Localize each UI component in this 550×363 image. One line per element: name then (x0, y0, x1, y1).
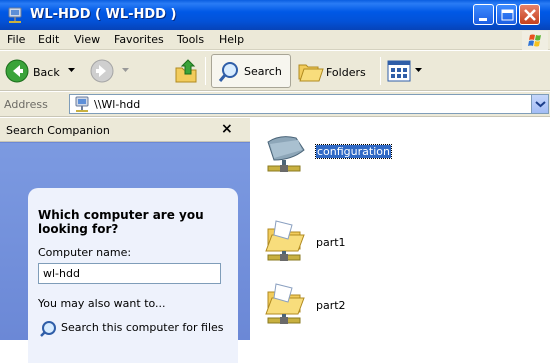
title-bar[interactable]: WL-HDD ( WL-HDD ) (0, 0, 550, 30)
shared-folder-icon (265, 283, 305, 324)
maximize-icon (501, 9, 514, 21)
menu-favorites[interactable]: Favorites (114, 33, 164, 46)
views-icon (387, 60, 411, 82)
toolbar-separator (205, 57, 206, 85)
network-drive-icon (75, 96, 89, 112)
list-item[interactable]: configuration (262, 130, 502, 180)
list-item[interactable]: part2 (262, 280, 502, 330)
card-heading: Which computer are you looking for? (38, 208, 204, 236)
address-label: Address (4, 98, 48, 111)
back-dropdown-icon[interactable] (68, 68, 75, 73)
search-button[interactable]: Search (211, 54, 291, 88)
address-bar: Address \\Wl-hdd (0, 92, 550, 117)
views-dropdown-icon (415, 68, 422, 72)
search-computer-icon (40, 321, 56, 337)
search-companion-panel: Search Companion × Which computer are yo… (0, 118, 250, 363)
menu-help[interactable]: Help (219, 33, 244, 46)
address-dropdown-button[interactable] (531, 95, 548, 113)
up-folder-button[interactable] (172, 55, 200, 87)
folder-content: configuration part1 part2 (250, 118, 550, 340)
chevron-down-icon (535, 101, 546, 108)
search-card: Which computer are you looking for? Comp… (28, 188, 238, 363)
menu-bar: File Edit View Favorites Tools Help (0, 30, 550, 50)
address-input[interactable]: \\Wl-hdd (69, 94, 549, 114)
back-button[interactable]: Back (4, 55, 84, 87)
item-label: part1 (316, 236, 346, 249)
menu-edit[interactable]: Edit (38, 33, 59, 46)
search-computer-link[interactable]: Search this computer for files (61, 321, 231, 335)
windows-logo-icon (522, 31, 548, 50)
minimize-button[interactable] (473, 4, 494, 25)
search-icon (218, 62, 238, 82)
toolbar-separator (380, 57, 381, 85)
back-label: Back (33, 66, 60, 79)
maximize-button[interactable] (496, 4, 517, 25)
views-button[interactable] (386, 55, 428, 87)
also-label: You may also want to... (38, 297, 166, 310)
panel-header: Search Companion × (0, 118, 250, 142)
forward-arrow-icon (90, 59, 114, 83)
computer-name-input[interactable]: wl-hdd (38, 263, 221, 284)
forward-button[interactable] (90, 55, 140, 87)
computer-name-label: Computer name: (38, 246, 132, 259)
panel-title: Search Companion (6, 124, 110, 137)
window-title: WL-HDD ( WL-HDD ) (30, 7, 177, 22)
network-share-icon (267, 136, 305, 172)
search-label: Search (244, 65, 282, 78)
menu-view[interactable]: View (74, 33, 100, 46)
back-arrow-icon (5, 59, 29, 83)
address-value: \\Wl-hdd (94, 98, 141, 111)
panel-close-button[interactable]: × (221, 121, 233, 137)
menu-file[interactable]: File (7, 33, 25, 46)
network-drive-icon (8, 7, 22, 23)
item-label: part2 (316, 299, 346, 312)
forward-dropdown-icon[interactable] (122, 68, 129, 73)
panel-body: Which computer are you looking for? Comp… (0, 143, 250, 363)
folders-icon (298, 64, 324, 82)
toolbar: Back Search Folders (0, 51, 550, 91)
menu-tools[interactable]: Tools (177, 33, 204, 46)
list-item[interactable]: part1 (262, 217, 502, 267)
minimize-icon (479, 18, 487, 21)
close-button[interactable] (519, 4, 540, 25)
folders-button[interactable]: Folders (296, 55, 378, 87)
folders-label: Folders (326, 66, 366, 79)
shared-folder-icon (265, 220, 305, 261)
item-label: configuration (315, 144, 392, 159)
up-folder-icon (175, 59, 197, 83)
close-icon (524, 9, 536, 21)
